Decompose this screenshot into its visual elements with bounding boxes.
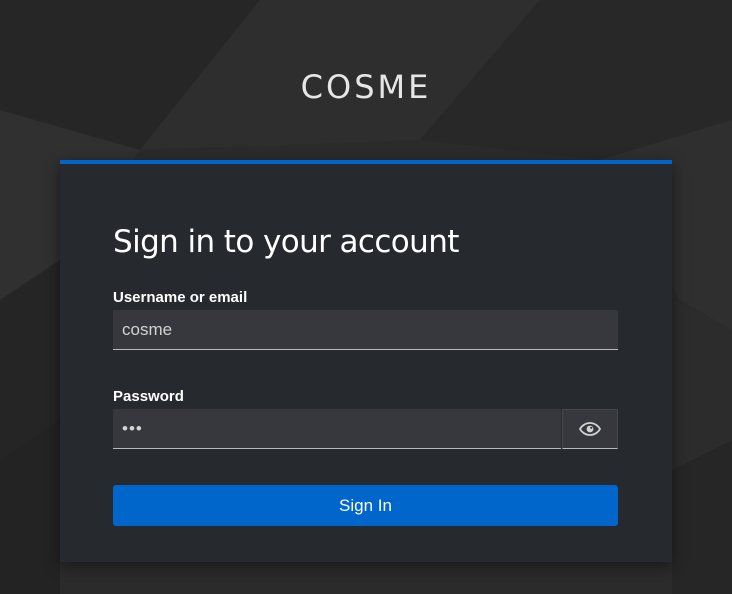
eye-icon	[579, 422, 601, 436]
page-title: Sign in to your account	[113, 224, 459, 260]
username-input[interactable]	[113, 310, 618, 350]
brand-logo-text: COSME	[300, 68, 432, 106]
sign-in-button[interactable]: Sign In	[113, 485, 618, 526]
show-password-button[interactable]	[562, 409, 618, 449]
login-card: Sign in to your account Username or emai…	[60, 160, 672, 562]
password-input[interactable]	[113, 409, 561, 449]
username-label: Username or email	[113, 289, 248, 306]
password-label: Password	[113, 388, 184, 405]
